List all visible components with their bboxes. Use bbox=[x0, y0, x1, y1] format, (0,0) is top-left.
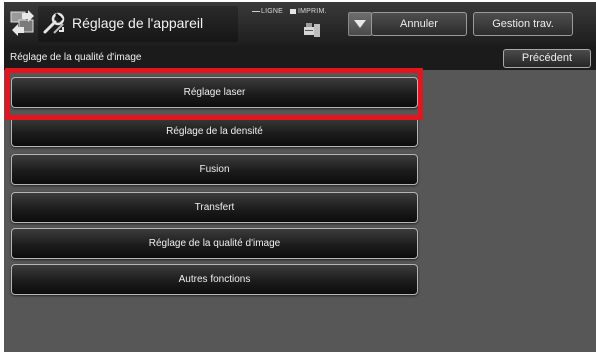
sub-header: Réglage de la qualité d'image Précédent bbox=[4, 46, 596, 70]
menu-item-fusing[interactable]: Fusion bbox=[11, 154, 418, 185]
menu-item-other-functions[interactable]: Autres fonctions bbox=[11, 264, 418, 295]
print-status: IMPRIM. bbox=[290, 8, 327, 15]
title-box: Réglage de l'appareil bbox=[38, 6, 238, 42]
menu-item-density[interactable]: Réglage de la densité bbox=[11, 116, 418, 147]
page-title: Réglage de l'appareil bbox=[72, 15, 204, 31]
tool-icon bbox=[43, 12, 65, 34]
section-title: Réglage de la qualité d'image bbox=[10, 52, 142, 63]
print-status-label: IMPRIM. bbox=[298, 8, 327, 15]
status-dropdown-button[interactable] bbox=[348, 12, 372, 36]
back-button[interactable]: Précédent bbox=[503, 49, 591, 68]
chevron-down-icon bbox=[354, 20, 366, 28]
job-status-button[interactable]: Gestion trav. bbox=[473, 12, 573, 36]
line-status-label: LIGNE bbox=[261, 8, 284, 15]
top-bar: Réglage de l'appareil LIGNE IMPRIM. Annu… bbox=[4, 2, 596, 46]
menu-item-transfer[interactable]: Transfert bbox=[11, 192, 418, 223]
printer-icon bbox=[304, 23, 320, 37]
home-icon[interactable] bbox=[8, 8, 38, 38]
menu-item-image-quality[interactable]: Réglage de la qualité d'image bbox=[11, 228, 418, 259]
cancel-button[interactable]: Annuler bbox=[371, 12, 467, 36]
line-status: LIGNE bbox=[252, 8, 283, 15]
device-screen: Réglage de l'appareil LIGNE IMPRIM. Annu… bbox=[4, 2, 596, 352]
selection-highlight bbox=[5, 68, 423, 120]
